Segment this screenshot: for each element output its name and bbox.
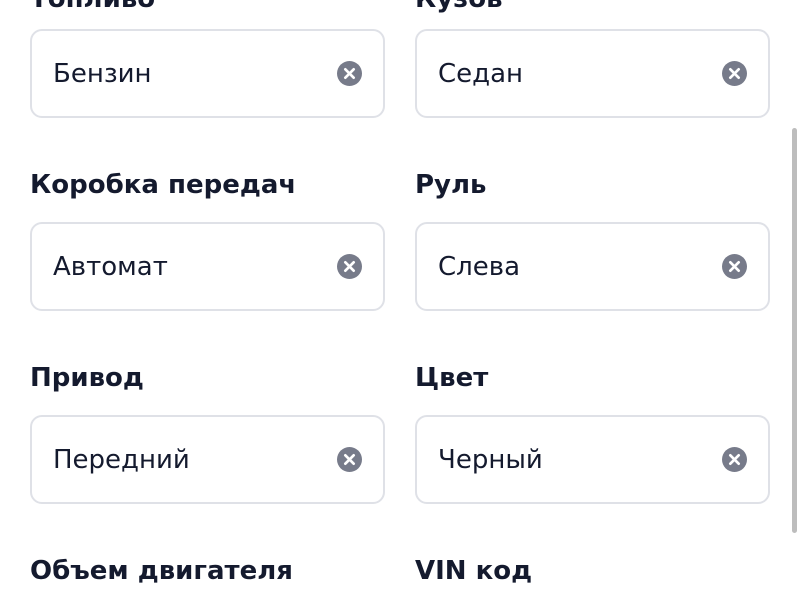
drive-label: Привод xyxy=(30,363,144,393)
color-value: Черный xyxy=(438,444,543,475)
drive-select[interactable]: Передний xyxy=(30,415,385,504)
clear-icon[interactable] xyxy=(337,254,362,279)
clear-icon[interactable] xyxy=(722,254,747,279)
fuel-select[interactable]: Бензин xyxy=(30,29,385,118)
steering-label: Руль xyxy=(415,170,487,200)
color-label: Цвет xyxy=(415,363,489,393)
clear-icon[interactable] xyxy=(337,447,362,472)
steering-select[interactable]: Слева xyxy=(415,222,770,311)
steering-value: Слева xyxy=(438,251,521,282)
clear-icon[interactable] xyxy=(337,61,362,86)
gearbox-value: Автомат xyxy=(53,251,168,282)
body-type-select[interactable]: Седан xyxy=(415,29,770,118)
color-select[interactable]: Черный xyxy=(415,415,770,504)
vin-label: VIN код xyxy=(415,556,533,586)
fuel-value: Бензин xyxy=(53,58,152,89)
gearbox-label: Коробка передач xyxy=(30,170,297,200)
drive-value: Передний xyxy=(53,444,190,475)
vehicle-specs-form: Топливо Кузов Бензин Седан Коробка перед… xyxy=(0,0,800,600)
gearbox-select[interactable]: Автомат xyxy=(30,222,385,311)
clear-icon[interactable] xyxy=(722,447,747,472)
body-type-value: Седан xyxy=(438,58,524,89)
body-label: Кузов xyxy=(415,0,503,12)
engine-volume-label: Объем двигателя xyxy=(30,556,293,586)
scrollbar[interactable] xyxy=(792,128,797,533)
clear-icon[interactable] xyxy=(722,61,747,86)
fuel-label: Топливо xyxy=(30,0,155,12)
